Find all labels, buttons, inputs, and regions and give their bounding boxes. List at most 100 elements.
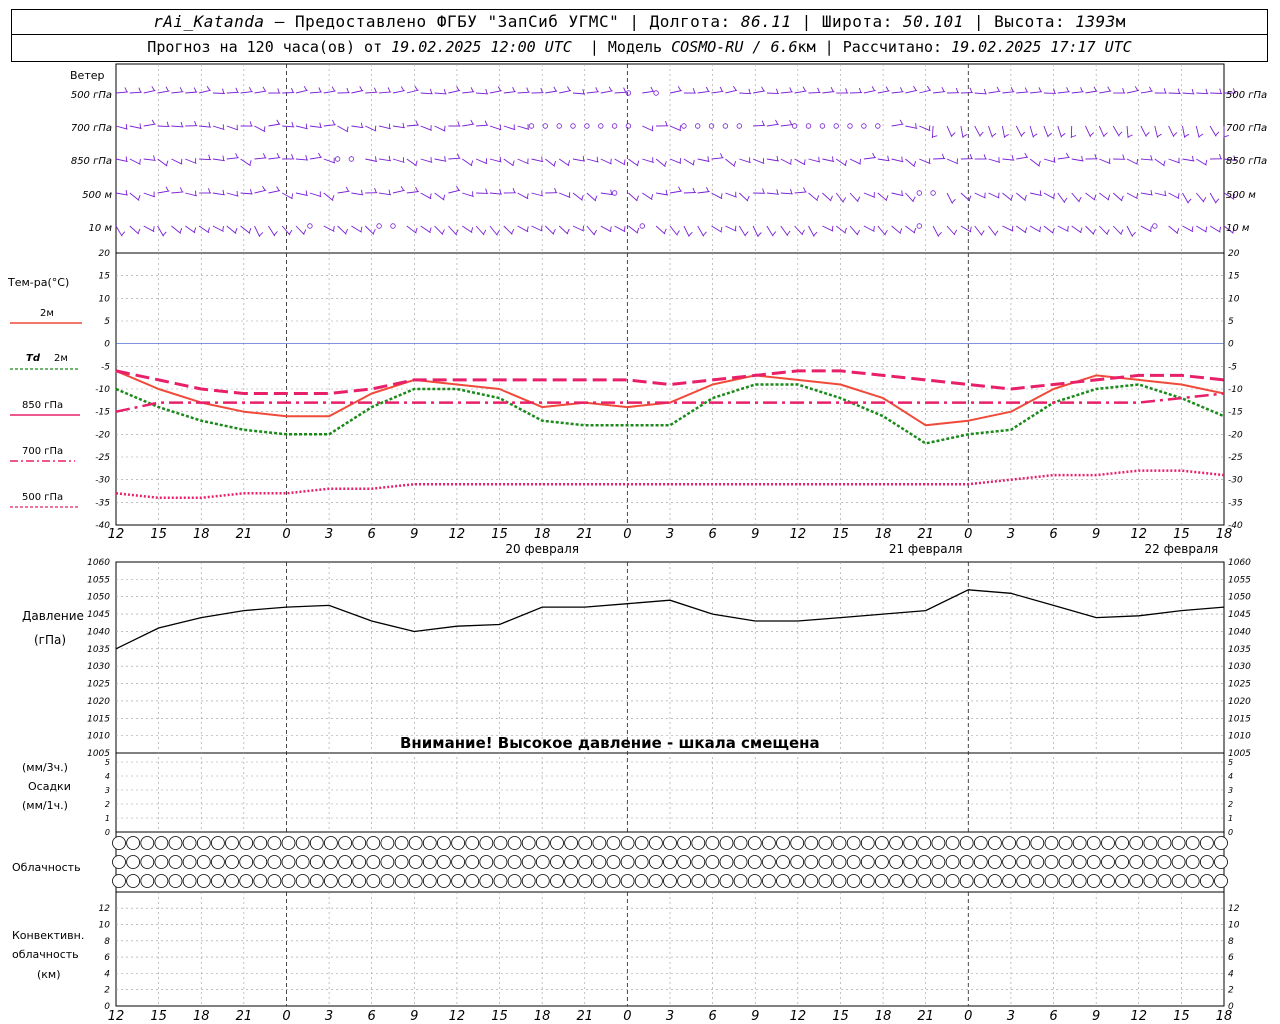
cloud-circle — [903, 874, 918, 888]
wind-barb-flag — [361, 189, 363, 195]
wind-barb — [808, 225, 815, 237]
wind-barb-flag — [913, 86, 917, 91]
wind-barb-flag — [1215, 131, 1220, 136]
wind-barb-flag — [222, 155, 225, 161]
wind-barb-flag — [998, 192, 1000, 198]
wind-barb-flag — [937, 231, 942, 237]
wind-barb-flag — [831, 225, 834, 231]
cloud-circle — [380, 836, 395, 850]
wind-barb-flag — [636, 227, 640, 233]
cloud-circle — [210, 836, 225, 850]
wind-barb — [544, 225, 555, 235]
cloud-circle — [1157, 855, 1172, 869]
wind-barb — [1071, 91, 1084, 94]
cloud-circle — [352, 836, 367, 850]
precip-y-tick-left: 5 — [105, 758, 110, 767]
wind-barb-flag — [899, 119, 903, 125]
wind-barb — [212, 158, 225, 162]
cloud-circle — [649, 874, 663, 888]
conv-y-tick-right: 2 — [1228, 986, 1234, 996]
wind-barb — [586, 192, 597, 202]
wind-barb — [656, 192, 669, 196]
cloud-circle — [988, 874, 1002, 888]
temp-title: Тем-ра(°C) — [7, 276, 69, 289]
wind-barb-flag — [305, 190, 308, 196]
wind-barb-flag — [842, 197, 847, 202]
wind-barb — [378, 125, 391, 130]
wind-calm-marker — [556, 123, 562, 129]
wind-barb — [988, 192, 1000, 199]
temp-y-tick-right: 0 — [1228, 340, 1234, 350]
wind-barb — [931, 125, 934, 139]
wind-barb — [697, 225, 705, 237]
wind-barb — [1140, 192, 1153, 196]
wind-barb — [1154, 192, 1167, 197]
temp-y-tick-left: -30 — [95, 476, 110, 486]
wind-calm-marker — [625, 123, 632, 129]
wind-barb-flag — [457, 121, 460, 127]
cloud-circle — [691, 874, 706, 888]
precip-y-tick-right: 2 — [1228, 800, 1233, 809]
wind-barb-flag — [512, 87, 516, 92]
legend-t850-label: 850 гПа — [22, 400, 63, 411]
wind-barb-flag — [512, 187, 516, 193]
wind-barb — [406, 158, 417, 167]
wind-barb-flag — [375, 156, 377, 162]
wind-barb-flag — [388, 155, 391, 161]
temp-y-tick-right: 5 — [1228, 317, 1234, 327]
wind-barb-flag — [1060, 133, 1066, 137]
cloud-circle — [1002, 874, 1016, 888]
wind-barb-flag — [678, 186, 682, 192]
wind-barb — [766, 92, 779, 95]
wind-barb — [1196, 92, 1209, 95]
pressure-y-tick-left: 1040 — [87, 627, 110, 637]
wind-barb-flag — [526, 226, 529, 232]
wind-barb-flag — [414, 85, 418, 91]
temp-y-tick-right: -10 — [1228, 385, 1243, 395]
wind-barb — [559, 192, 571, 199]
wind-barb-flag — [470, 119, 474, 125]
cloud-circle — [507, 836, 522, 850]
x-tick-label: 15 — [491, 1009, 508, 1024]
wind-barb — [1140, 125, 1147, 137]
wind-barb — [129, 158, 141, 165]
wind-barb — [1071, 225, 1082, 234]
wind-barb — [212, 225, 224, 232]
wind-barb-flag — [789, 120, 793, 125]
x-tick-label: 15 — [150, 1009, 167, 1024]
wind-barb — [199, 158, 212, 161]
wind-barb — [960, 225, 972, 233]
wind-barb — [434, 192, 445, 201]
wind-barb-flag — [333, 226, 335, 232]
x-tick-label: 9 — [1092, 527, 1100, 542]
x-tick-label: 12 — [108, 527, 125, 542]
wind-barb — [752, 225, 759, 238]
cloud-circle — [719, 874, 734, 888]
cloud-circle — [1171, 855, 1186, 869]
wind-barb — [766, 158, 779, 162]
wind-barb-flag — [983, 154, 987, 160]
wind-barb — [1126, 158, 1138, 165]
wind-barb-flag — [996, 86, 1000, 92]
cloud-circle — [267, 836, 282, 850]
wind-barb — [1030, 192, 1042, 197]
cloud-circle — [945, 836, 960, 850]
wind-barb-flag — [151, 119, 155, 125]
wind-barb-flag — [772, 231, 777, 236]
wind-barb-flag — [499, 189, 502, 195]
conv-unit: (км) — [37, 968, 61, 981]
cloud-circle — [592, 874, 607, 888]
pressure-y-tick-left: 1010 — [87, 732, 110, 742]
wind-barb-flag — [166, 121, 169, 127]
cloud-circle — [295, 874, 310, 888]
wind-barb — [198, 225, 210, 234]
x-tick-label: 15 — [491, 527, 508, 542]
cloud-circle — [422, 855, 437, 869]
conv-y-tick-left: 8 — [104, 937, 110, 947]
wind-calm-marker — [334, 156, 341, 162]
wind-barb — [905, 158, 915, 167]
pressure-y-tick-right: 1025 — [1228, 680, 1251, 690]
temp-y-tick-left: 15 — [99, 272, 111, 282]
wind-barb — [877, 225, 886, 236]
wind-barb-flag — [1149, 86, 1153, 92]
